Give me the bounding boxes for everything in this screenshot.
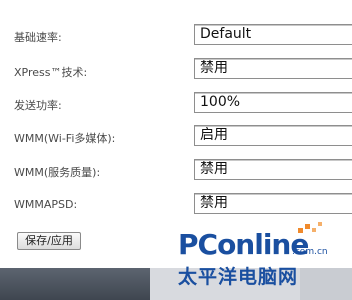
wmm-multimedia-label: WMM(Wi-Fi多媒体): bbox=[14, 132, 116, 145]
save-apply-button[interactable]: 保存/应用 bbox=[17, 232, 81, 250]
transmit-power-select[interactable]: 100% bbox=[194, 92, 352, 113]
wmm-multimedia-select[interactable]: 启用 bbox=[194, 125, 352, 146]
wmmapsd-label: WMMAPSD: bbox=[14, 198, 78, 211]
wmm-qos-label: WMM(服务质量): bbox=[14, 166, 101, 179]
transmit-power-label: 发送功率: bbox=[14, 99, 62, 112]
xpress-label: XPress™技术: bbox=[14, 66, 88, 79]
watermark-domain: .com.cn bbox=[292, 247, 328, 257]
watermark-brand: PConline bbox=[178, 228, 309, 261]
xpress-select[interactable]: 禁用 bbox=[194, 58, 352, 79]
basic-rate-label: 基础速率: bbox=[14, 31, 62, 44]
footer-dark-panel bbox=[0, 268, 150, 300]
pconline-watermark: PConline .com.cn 太平洋电脑网 bbox=[172, 222, 348, 290]
wmm-qos-select[interactable]: 禁用 bbox=[194, 159, 352, 180]
wmmapsd-select[interactable]: 禁用 bbox=[194, 193, 352, 214]
basic-rate-select[interactable]: Default bbox=[194, 24, 352, 45]
watermark-cn-name: 太平洋电脑网 bbox=[178, 266, 299, 288]
